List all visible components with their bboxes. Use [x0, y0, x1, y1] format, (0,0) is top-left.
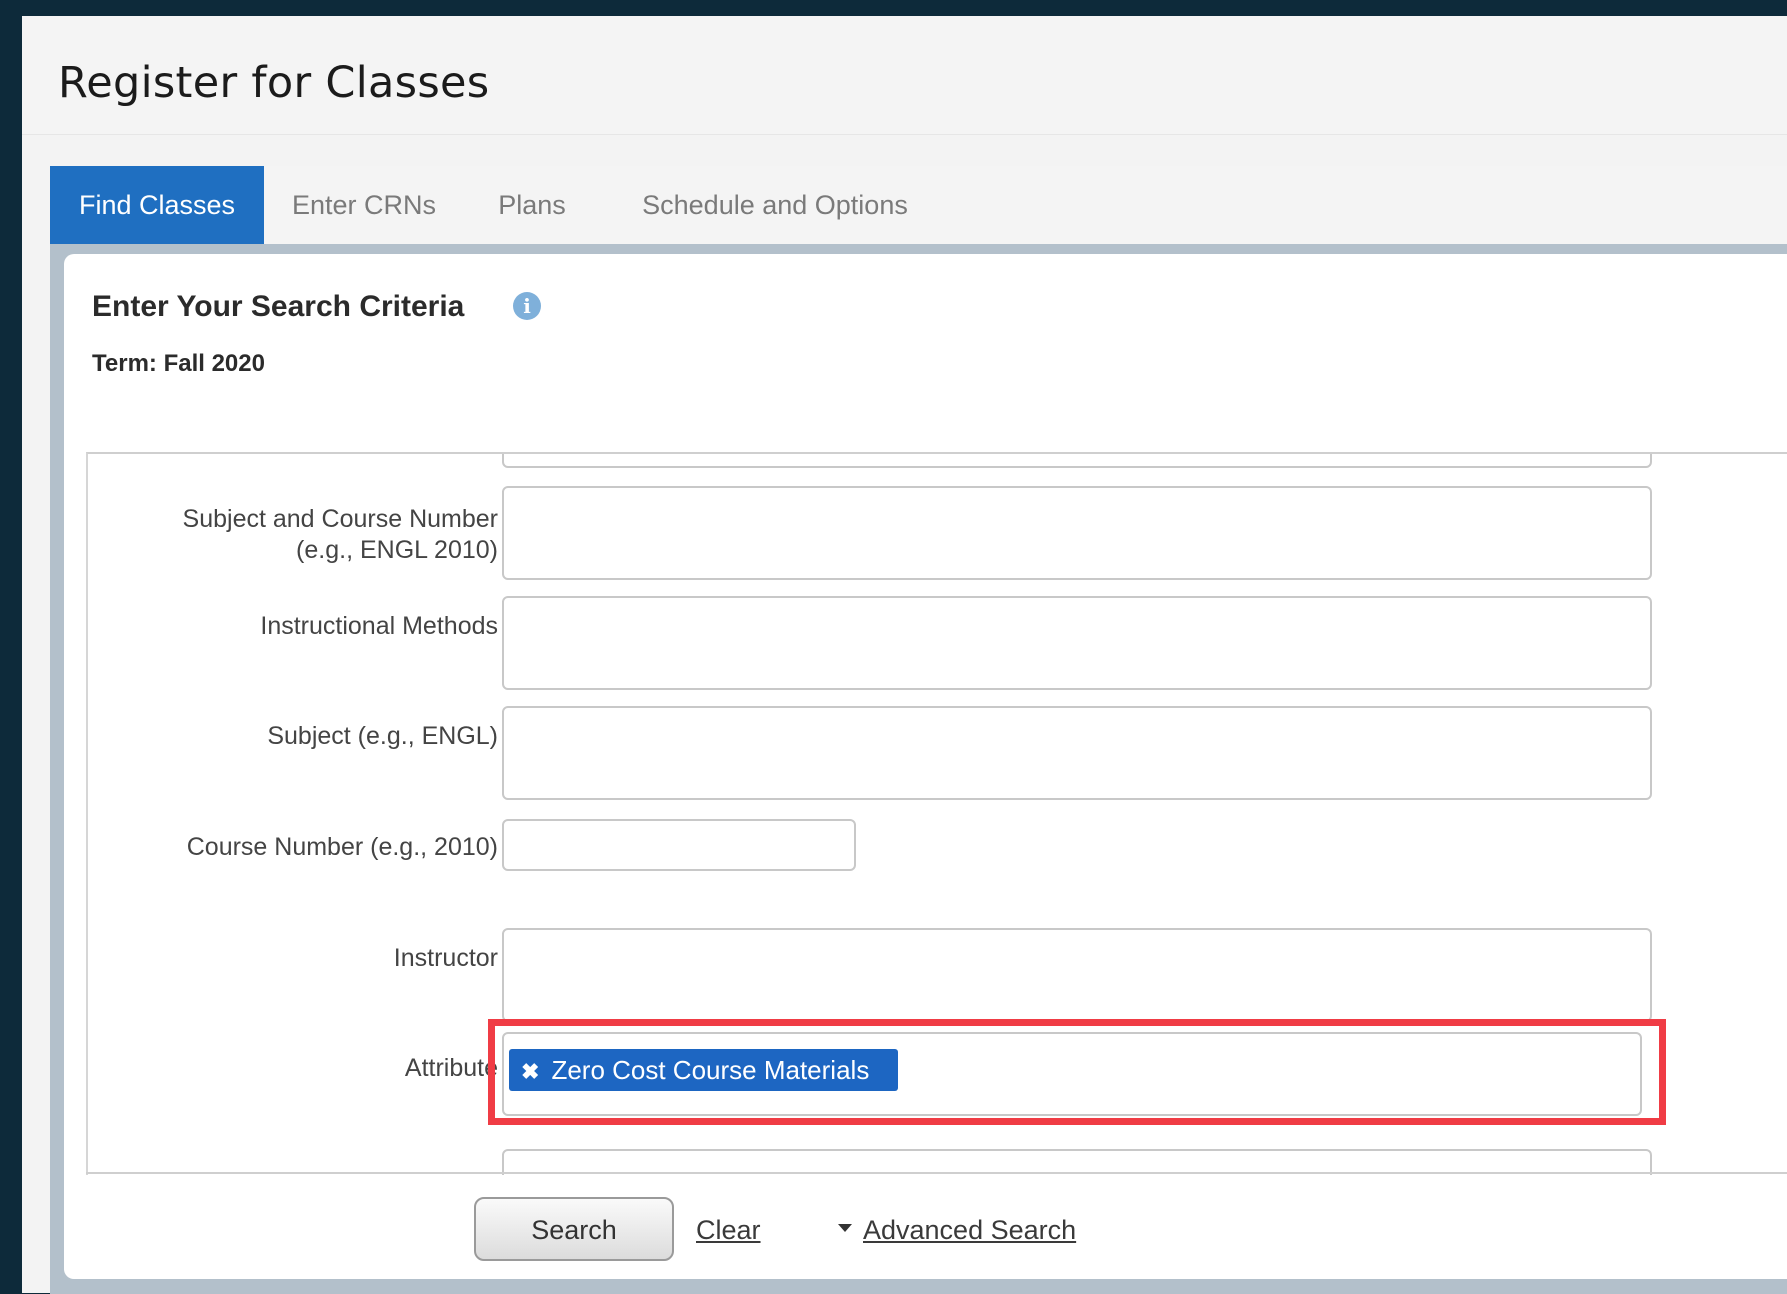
subject-course-label: Subject and Course Number (e.g., ENGL 20… — [88, 504, 498, 566]
info-icon[interactable]: i — [513, 292, 541, 320]
term-label: Term: Fall 2020 — [92, 350, 265, 377]
tab-enter-crns[interactable]: Enter CRNs — [264, 166, 464, 244]
search-button[interactable]: Search — [474, 1197, 674, 1261]
attribute-label: Attribute — [404, 1054, 498, 1082]
subject-label: Subject (e.g., ENGL) — [267, 722, 498, 750]
search-criteria-heading: Enter Your Search Criteria — [92, 290, 465, 323]
subject-course-input[interactable] — [502, 486, 1652, 580]
page-header: Register for Classes — [22, 16, 1787, 135]
attribute-chip-label: Zero Cost Course Materials — [551, 1055, 870, 1085]
subject-course-label-line2: (e.g., ENGL 2010) — [296, 536, 498, 564]
attribute-chip[interactable]: ✖ Zero Cost Course Materials — [509, 1049, 898, 1091]
tab-bar: Find Classes Enter CRNs Plans Schedule a… — [50, 166, 1787, 244]
subject-input[interactable] — [502, 706, 1652, 800]
app-frame: Register for Classes Find Classes Enter … — [22, 16, 1787, 1294]
instructor-input[interactable] — [502, 928, 1652, 1022]
advanced-search-link[interactable]: Advanced Search — [863, 1215, 1076, 1246]
course-number-label: Course Number (e.g., 2010) — [186, 833, 498, 861]
tab-plans[interactable]: Plans — [464, 166, 600, 244]
clear-link[interactable]: Clear — [696, 1215, 761, 1246]
page-title: Register for Classes — [58, 58, 490, 108]
tab-find-classes[interactable]: Find Classes — [50, 166, 264, 244]
chevron-down-icon[interactable] — [838, 1224, 852, 1232]
instructional-methods-input[interactable] — [502, 596, 1652, 690]
footer-divider — [86, 1172, 1787, 1174]
subject-course-label-line1: Subject and Course Number — [182, 505, 498, 533]
course-number-input[interactable] — [502, 819, 856, 871]
instructor-label: Instructor — [393, 944, 498, 972]
instructional-methods-label: Instructional Methods — [260, 612, 498, 640]
scrolled-field[interactable] — [502, 454, 1652, 468]
remove-chip-icon[interactable]: ✖ — [521, 1059, 539, 1084]
tab-schedule-and-options[interactable]: Schedule and Options — [600, 166, 950, 244]
